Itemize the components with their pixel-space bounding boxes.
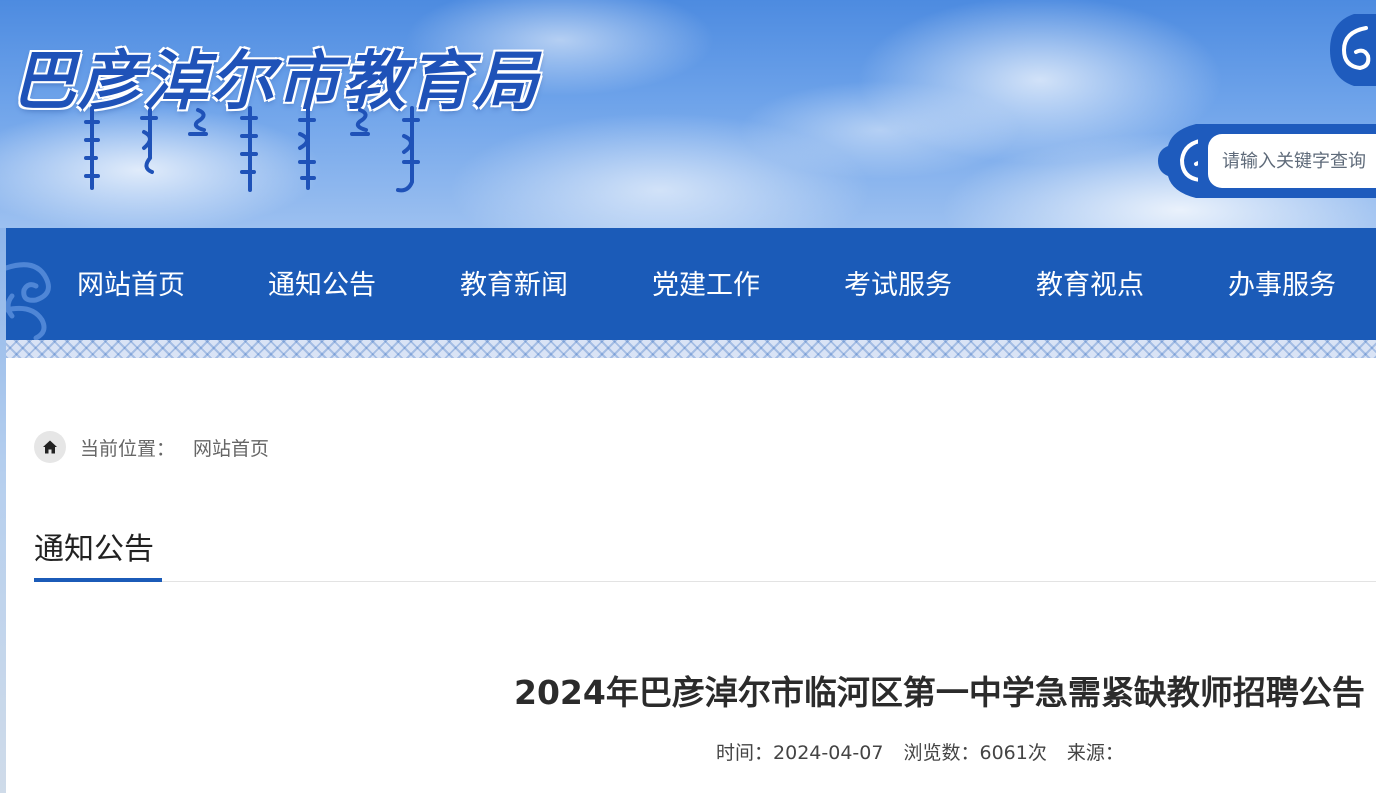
- section-title-underline: [34, 578, 162, 582]
- cloud-scroll-icon: [6, 262, 51, 340]
- section-title: 通知公告: [34, 532, 154, 567]
- article-source-label: 来源：: [1066, 742, 1124, 764]
- main-nav: 网站首页 通知公告 教育新闻 党建工作 考试服务 教育视点 办事服务: [6, 228, 1376, 340]
- search-input[interactable]: [1208, 134, 1376, 188]
- nav-item-services[interactable]: 办事服务: [1228, 266, 1336, 306]
- nav-item-home[interactable]: 网站首页: [77, 266, 185, 306]
- cloud-scroll-icon: [1330, 14, 1376, 86]
- nav-item-education-views[interactable]: 教育视点: [1036, 266, 1144, 306]
- article-views-value: 6061次: [979, 742, 1047, 764]
- main-content: 当前位置： 网站首页 通知公告 2024年巴彦淖尔市临河区第一中学急需紧缺教师招…: [6, 358, 1376, 793]
- breadcrumb-label: 当前位置：: [80, 437, 176, 460]
- site-header: 巴彦淖尔市教育局: [0, 0, 1376, 228]
- article-meta: 时间：2024-04-07 浏览数：6061次 来源：: [716, 738, 1138, 765]
- mongolian-script-logo: [84, 106, 420, 193]
- search-box: [1158, 124, 1376, 198]
- nav-item-notices[interactable]: 通知公告: [268, 266, 376, 306]
- article-time-value: 2024-04-07: [773, 742, 884, 764]
- nav-item-party-building[interactable]: 党建工作: [652, 266, 760, 306]
- article-views: 浏览数：6061次: [903, 742, 1046, 764]
- nav-pattern-strip: [6, 340, 1376, 358]
- breadcrumb-link-home[interactable]: 网站首页: [193, 434, 269, 461]
- article-time: 时间：2024-04-07: [716, 742, 883, 764]
- home-icon[interactable]: [34, 431, 66, 463]
- nav-item-education-news[interactable]: 教育新闻: [460, 266, 568, 306]
- home-glyph: [43, 440, 57, 454]
- article-time-label: 时间：: [716, 742, 774, 764]
- section-divider: [34, 581, 1376, 582]
- nav-item-exam-services[interactable]: 考试服务: [844, 266, 952, 306]
- article-views-label: 浏览数：: [903, 742, 980, 764]
- breadcrumb: 当前位置： 网站首页: [34, 430, 269, 464]
- article-title: 2024年巴彦淖尔市临河区第一中学急需紧缺教师招聘公告: [514, 673, 1365, 712]
- article-source: 来源：: [1067, 742, 1124, 764]
